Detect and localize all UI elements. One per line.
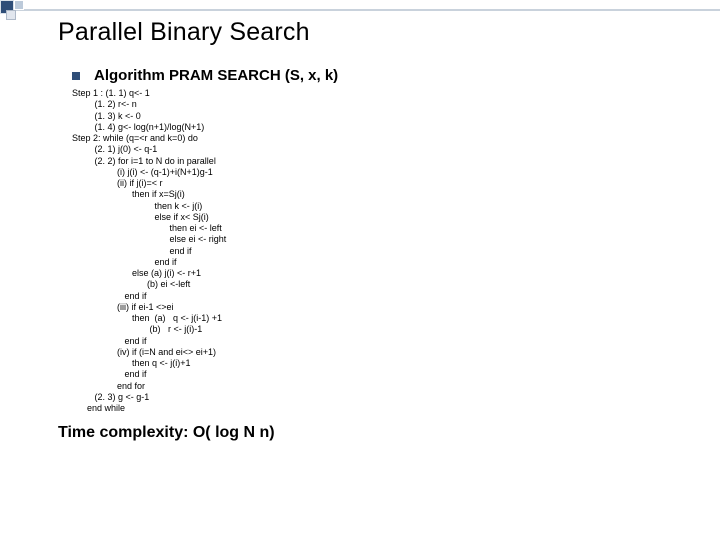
algorithm-heading: Algorithm PRAM SEARCH (S, x, k) bbox=[72, 67, 700, 84]
slide-body: Parallel Binary Search Algorithm PRAM SE… bbox=[58, 18, 700, 442]
page-title: Parallel Binary Search bbox=[58, 18, 700, 47]
header-rule bbox=[0, 9, 720, 11]
header-square-3 bbox=[6, 10, 16, 20]
header-square-1 bbox=[0, 0, 14, 14]
header-decoration bbox=[0, 0, 720, 18]
header-square-2 bbox=[14, 0, 24, 10]
algorithm-pseudocode: Step 1 : (1. 1) q<- 1 (1. 2) r<- n (1. 3… bbox=[72, 88, 700, 414]
square-bullet-icon bbox=[72, 72, 80, 80]
time-complexity: Time complexity: O( log N n) bbox=[58, 424, 700, 442]
algorithm-heading-label: Algorithm PRAM SEARCH (S, x, k) bbox=[94, 67, 338, 84]
